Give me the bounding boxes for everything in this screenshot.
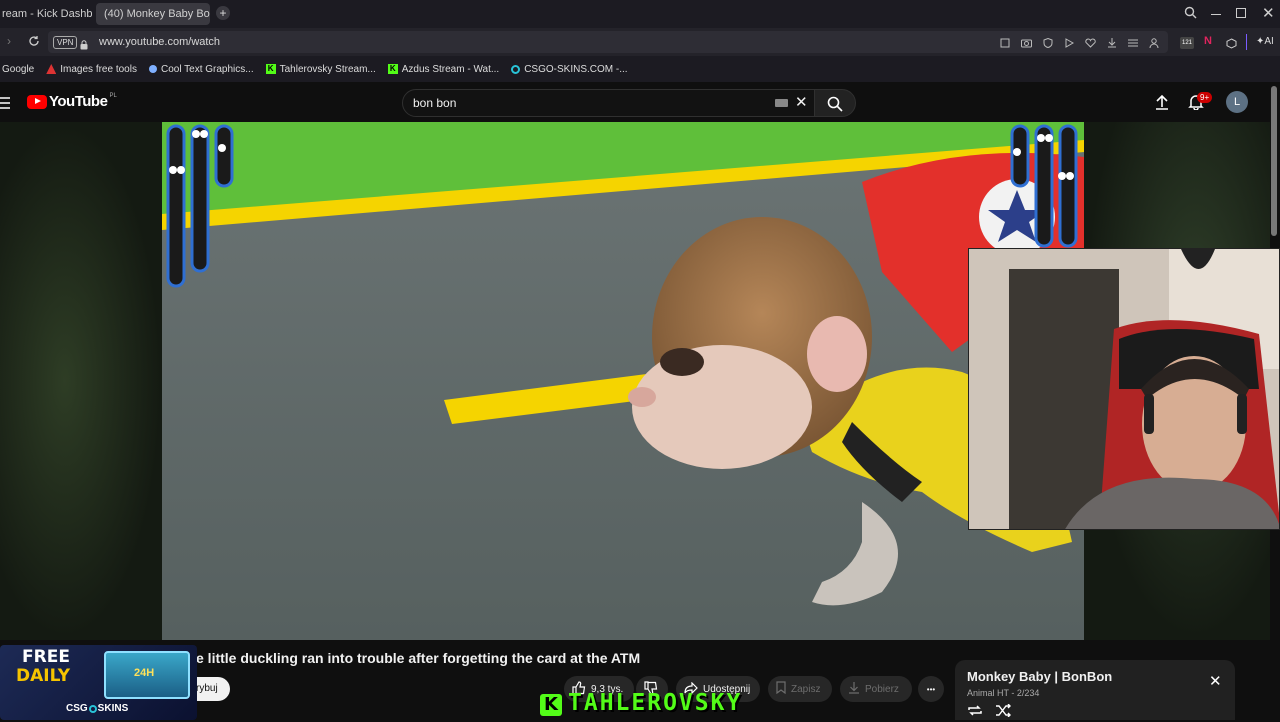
- bookmark-label: Tahlerovsky Stream...: [279, 63, 376, 75]
- tab-label: ream - Kick Dashboard: [2, 8, 92, 20]
- ad-24h-text: 24H: [134, 667, 155, 679]
- edit-icon[interactable]: [1000, 35, 1010, 53]
- shuffle-icon[interactable]: [995, 703, 1011, 722]
- maximize-icon[interactable]: [1236, 8, 1246, 18]
- youtube-logo[interactable]: YouTube PL: [27, 93, 117, 110]
- streamer-webcam-overlay: [968, 248, 1280, 530]
- cooltext-icon: [148, 65, 157, 73]
- vpn-badge[interactable]: VPN: [53, 36, 78, 49]
- save-label: Zapisz: [791, 683, 821, 695]
- download-icon[interactable]: [1107, 35, 1117, 53]
- bookmark-cool-text[interactable]: Cool Text Graphics...: [143, 64, 260, 75]
- tab-youtube[interactable]: (40) Monkey Baby Bon Bo: [96, 3, 210, 25]
- bookmark-label: Google: [2, 63, 35, 75]
- extension-121-badge[interactable]: 121: [1180, 37, 1194, 49]
- bookmark-google[interactable]: Google: [0, 64, 40, 75]
- kick-icon: K: [387, 64, 398, 74]
- youtube-logo-text: YouTube: [49, 93, 108, 110]
- bookmark-csgo-skins[interactable]: CSGO-SKINS.COM -...: [505, 64, 633, 75]
- repeat-icon[interactable]: [967, 704, 983, 722]
- tab-kick-dashboard[interactable]: ream - Kick Dashboard: [0, 3, 92, 25]
- download-button[interactable]: Pobierz: [840, 676, 912, 702]
- search-icon: [827, 96, 843, 117]
- profile-icon[interactable]: [1149, 35, 1159, 53]
- kick-icon: K: [265, 64, 276, 74]
- mini-player-title: Monkey Baby | BonBon: [967, 669, 1113, 684]
- divider: [1246, 34, 1247, 50]
- video-player[interactable]: [162, 122, 1084, 640]
- camera-icon[interactable]: [1021, 35, 1032, 53]
- video-frame-image: [162, 122, 1084, 640]
- clear-search-icon[interactable]: ✕: [795, 93, 808, 111]
- csgo-skins-logo: CSG SKINS: [66, 703, 128, 714]
- bookmark-tahlerovsky-stream[interactable]: K Tahlerovsky Stream...: [260, 64, 382, 75]
- notification-count-badge: 9+: [1197, 92, 1213, 103]
- csgo-brand-text-2: SKINS: [97, 703, 129, 714]
- close-window-icon[interactable]: ✕: [1262, 4, 1275, 22]
- search-tabs-icon[interactable]: [1184, 6, 1197, 22]
- forward-icon[interactable]: ›: [7, 34, 11, 48]
- address-bar-tools: [1000, 35, 1159, 53]
- ai-label: AI: [1264, 36, 1274, 47]
- browser-tab-bar: ream - Kick Dashboard (40) Monkey Baby B…: [0, 0, 1280, 28]
- close-mini-player-icon[interactable]: ✕: [1209, 672, 1222, 690]
- bookmark-label: Azdus Stream - Wat...: [401, 63, 500, 75]
- csgo-brand-text: CSG: [66, 703, 88, 714]
- download-icon: [848, 681, 860, 697]
- shield-icon[interactable]: [1043, 35, 1053, 53]
- search-input[interactable]: bon bon ✕: [402, 89, 818, 117]
- bookmark-images-free-tools[interactable]: Images free tools: [40, 64, 143, 75]
- download-label: Pobierz: [865, 683, 899, 695]
- bookmark-label: Images free tools: [60, 63, 137, 75]
- bookmark-label: Cool Text Graphics...: [160, 63, 254, 75]
- hamburger-menu-icon[interactable]: [0, 96, 10, 114]
- extension-n-icon[interactable]: N: [1204, 35, 1212, 47]
- url-text[interactable]: www.youtube.com/watch: [99, 36, 220, 48]
- kick-logo: K: [540, 694, 562, 716]
- menu-icon[interactable]: [1128, 35, 1138, 53]
- bookmark-label: CSGO-SKINS.COM -...: [524, 63, 628, 75]
- bookmark-icon: [776, 681, 786, 697]
- reload-icon[interactable]: [28, 34, 40, 52]
- heart-icon[interactable]: [1085, 35, 1096, 53]
- minimize-icon[interactable]: [1211, 14, 1221, 15]
- search-button[interactable]: [814, 89, 856, 117]
- mini-player-subtitle: Animal HT - 2/234: [967, 688, 1040, 698]
- more-actions-button[interactable]: •••: [918, 676, 944, 702]
- ai-assistant-button[interactable]: ✦AI: [1256, 36, 1274, 47]
- new-tab-button[interactable]: +: [216, 6, 230, 20]
- ad-free-text: FREE: [22, 647, 70, 667]
- avatar[interactable]: L: [1226, 91, 1248, 113]
- csgo-skins-ad-overlay: FREE DAILY 24H CSG SKINS: [0, 645, 197, 720]
- search-query-text: bon bon: [413, 96, 457, 110]
- image-icon: [46, 64, 57, 74]
- save-button[interactable]: Zapisz: [768, 676, 832, 702]
- webcam-image: [969, 249, 1279, 529]
- page-scrollbar[interactable]: [1271, 86, 1277, 236]
- bookmark-azdus-stream[interactable]: K Azdus Stream - Wat...: [382, 64, 505, 75]
- keyboard-icon[interactable]: [775, 99, 788, 107]
- lock-icon[interactable]: [80, 37, 88, 55]
- play-icon[interactable]: [1064, 35, 1075, 53]
- mini-player-panel[interactable]: Monkey Baby | BonBon Animal HT - 2/234 ✕: [955, 660, 1235, 720]
- bookmarks-bar: Google Images free tools Cool Text Graph…: [0, 56, 1280, 82]
- video-title: e little duckling ran into trouble after…: [196, 650, 641, 666]
- treasure-chest-icon: 24H: [104, 651, 190, 699]
- streamer-name-text: TAHLEROVSKY: [568, 690, 743, 716]
- ambient-glow-left: [0, 122, 162, 640]
- csgo-icon: [511, 64, 521, 74]
- extension-cube-icon[interactable]: [1226, 36, 1237, 54]
- youtube-region-label: PL: [109, 92, 117, 99]
- youtube-play-icon: [27, 94, 47, 109]
- tab-label: (40) Monkey Baby Bon Bo: [104, 8, 210, 20]
- upload-icon[interactable]: [1155, 94, 1169, 115]
- ad-daily-text: DAILY: [16, 666, 71, 686]
- csgo-target-icon: [88, 704, 97, 713]
